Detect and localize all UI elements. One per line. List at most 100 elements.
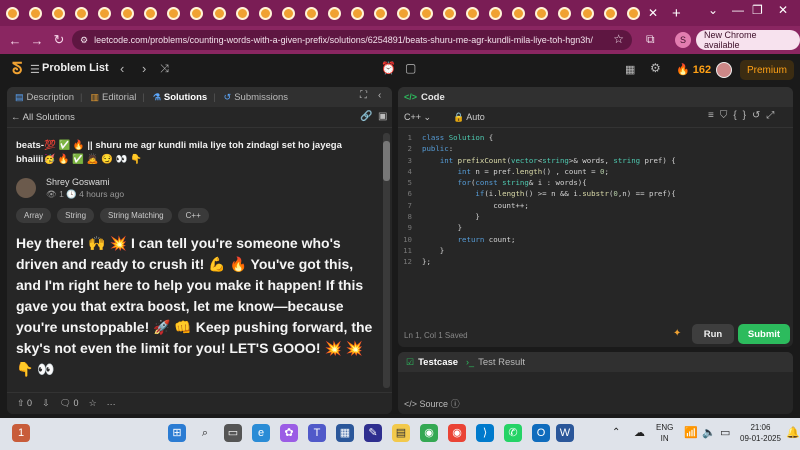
tab-description[interactable]: ▤ Description — [15, 92, 74, 103]
start-icon[interactable]: ⊞ — [168, 424, 186, 442]
browser-tab[interactable] — [208, 2, 230, 24]
tab-test-result[interactable]: ›_ Test Result — [466, 357, 525, 368]
code-line[interactable]: 3 int prefixCount(vector<string>& words,… — [398, 155, 793, 166]
debug-icon[interactable]: ✦ — [673, 328, 681, 339]
browser-tab[interactable] — [93, 2, 115, 24]
browser-tab[interactable] — [323, 2, 345, 24]
browser-tab[interactable] — [162, 2, 184, 24]
edge-icon[interactable]: e — [252, 424, 270, 442]
browser-tab[interactable] — [484, 2, 506, 24]
tab-close-icon[interactable]: ✕ — [644, 6, 662, 20]
battery-icon[interactable]: ▭ — [720, 426, 730, 439]
browser-tab[interactable] — [24, 2, 46, 24]
site-info-icon[interactable]: ⚙ — [80, 35, 88, 46]
settings-icon[interactable]: ⚙ — [650, 61, 661, 75]
browser-tab[interactable] — [599, 2, 621, 24]
language-select[interactable]: C++ ⌄ — [404, 112, 431, 123]
author-avatar[interactable] — [16, 178, 36, 198]
layout-icon[interactable]: ▦ — [625, 63, 635, 76]
word-icon[interactable]: W — [556, 424, 574, 442]
browser-tab[interactable] — [231, 2, 253, 24]
outlook-icon[interactable]: O — [532, 424, 550, 442]
fullscreen-icon[interactable]: ⛶ — [360, 90, 367, 101]
code-line[interactable]: 12}; — [398, 256, 793, 267]
whatsapp-icon[interactable]: ✆ — [504, 424, 522, 442]
expand-icon[interactable]: ⤢ — [766, 110, 780, 121]
tab-solutions[interactable]: ⚗ Solutions — [153, 92, 207, 103]
browser-tab[interactable] — [277, 2, 299, 24]
code-line[interactable]: 10 return count; — [398, 234, 793, 245]
browser-tab[interactable] — [622, 2, 644, 24]
reload-icon[interactable]: ↻ — [48, 32, 70, 48]
close-window-button[interactable]: ✕ — [778, 3, 788, 17]
code-line[interactable]: 8 } — [398, 211, 793, 222]
browser-tab[interactable] — [553, 2, 575, 24]
vscode-icon[interactable]: ⟩ — [476, 424, 494, 442]
prev-problem-icon[interactable]: ‹ — [120, 61, 124, 76]
collapse-icon[interactable]: ‹ — [378, 90, 381, 101]
notes-icon[interactable]: ▢ — [405, 61, 416, 75]
teams-icon[interactable]: T — [308, 424, 326, 442]
comment-button[interactable]: 🗨 0 — [60, 398, 79, 409]
clock[interactable]: 21:06 09-01-2025 — [740, 422, 781, 444]
task-view-icon[interactable]: ▭ — [224, 424, 242, 442]
upvote-button[interactable]: ⇧ 0 — [17, 398, 32, 409]
leetcode-logo-icon[interactable]: ᘕ — [12, 61, 22, 79]
copilot-icon[interactable]: ✿ — [280, 424, 298, 442]
minimize-button[interactable]: — — [732, 3, 744, 17]
onedrive-icon[interactable]: ☁ — [634, 426, 645, 439]
auto-mode-toggle[interactable]: 🔒 Auto — [453, 112, 485, 123]
calculator-icon[interactable]: ▦ — [336, 424, 354, 442]
browser-tab[interactable] — [530, 2, 552, 24]
link-icon[interactable]: 🔗 — [360, 111, 372, 122]
code-line[interactable]: 5 for(const string& i : words){ — [398, 177, 793, 188]
tab-search-icon[interactable]: ⌄ — [708, 3, 718, 17]
code-line[interactable]: 7 count++; — [398, 200, 793, 211]
format-icon[interactable]: ≡ — [708, 110, 720, 121]
user-avatar[interactable] — [716, 62, 732, 78]
scrollbar[interactable] — [383, 133, 390, 388]
premium-button[interactable]: Premium — [740, 60, 794, 80]
chrome-update-button[interactable]: New Chrome available — [696, 30, 800, 50]
more-icon[interactable]: ··· — [107, 399, 116, 409]
chrome-profile-icon[interactable]: ◉ — [448, 424, 466, 442]
url-text[interactable]: leetcode.com/problems/counting-words-wit… — [94, 35, 593, 45]
code-line[interactable]: 2 public: — [398, 143, 793, 154]
bookmark-icon[interactable]: ⛉ — [720, 110, 734, 121]
browser-tab[interactable] — [461, 2, 483, 24]
tag-chip[interactable]: String Matching — [100, 208, 172, 223]
run-button[interactable]: Run — [692, 324, 734, 344]
bookmark-star-icon[interactable]: ☆ — [613, 32, 624, 46]
browser-tab[interactable] — [300, 2, 322, 24]
chevron-up-icon[interactable]: ⌃ — [612, 427, 620, 438]
next-problem-icon[interactable]: › — [142, 61, 146, 76]
downvote-icon[interactable]: ⇩ — [42, 398, 50, 409]
tab-submissions[interactable]: ↺ Submissions — [224, 92, 288, 103]
browser-tab[interactable] — [70, 2, 92, 24]
favorite-star-icon[interactable]: ☆ — [89, 398, 97, 409]
app-icon[interactable]: ✎ — [364, 424, 382, 442]
browser-tab[interactable] — [392, 2, 414, 24]
author-name[interactable]: Shrey Goswami — [46, 177, 110, 187]
browser-tab[interactable] — [1, 2, 23, 24]
browser-tab[interactable] — [346, 2, 368, 24]
weather-widget-icon[interactable]: 1 — [12, 424, 30, 442]
volume-icon[interactable]: 🔈 — [702, 426, 716, 439]
browser-tab[interactable] — [47, 2, 69, 24]
shuffle-icon[interactable]: ⤨ — [160, 63, 169, 76]
panel-icon[interactable]: ▣ — [378, 111, 387, 122]
code-line[interactable]: 11 } — [398, 245, 793, 256]
omnibox[interactable]: ⚙ leetcode.com/problems/counting-words-w… — [72, 30, 632, 50]
streak-counter[interactable]: 🔥 162 — [676, 63, 711, 76]
tab-editorial[interactable]: ▥ Editorial — [91, 92, 137, 103]
chrome-icon[interactable]: ◉ — [420, 424, 438, 442]
browser-tab[interactable] — [576, 2, 598, 24]
code-line[interactable]: 1 class Solution { — [398, 132, 793, 143]
tag-chip[interactable]: Array — [16, 208, 52, 223]
browser-tab[interactable] — [254, 2, 276, 24]
tag-chip[interactable]: C++ — [177, 208, 209, 223]
browser-tab[interactable] — [369, 2, 391, 24]
code-line[interactable]: 4 int n = pref.length() , count = 0; — [398, 166, 793, 177]
list-icon[interactable]: ☰ — [30, 63, 40, 76]
timer-icon[interactable]: ⏰ — [381, 61, 396, 75]
